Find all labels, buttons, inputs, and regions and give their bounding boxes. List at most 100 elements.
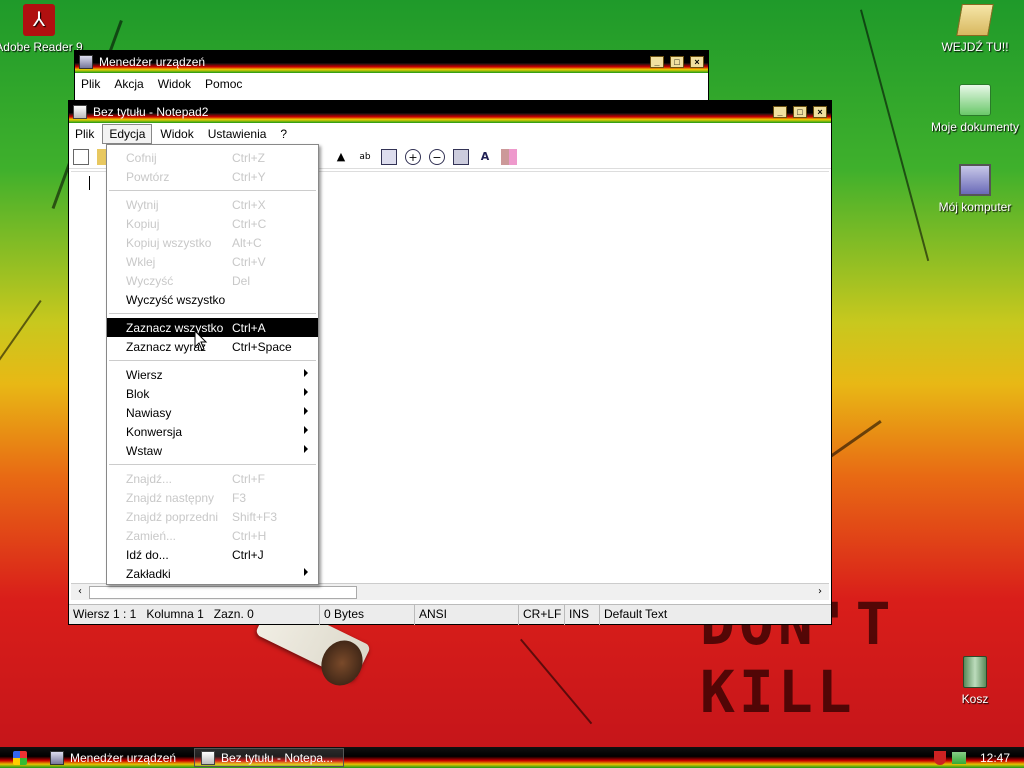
replace-icon[interactable]: ab <box>357 149 373 165</box>
scroll-left-button[interactable]: ‹ <box>73 586 87 599</box>
menu-widok[interactable]: Widok <box>154 125 199 143</box>
taskbar-task-device-manager[interactable]: Menedżer urządzeń <box>44 748 190 767</box>
menu-item-blok[interactable]: Blok <box>107 384 318 403</box>
device-manager-icon <box>79 55 93 69</box>
menu-plik[interactable]: Plik <box>69 125 100 143</box>
menu-item-shortcut: Ctrl+C <box>232 216 267 231</box>
tray-network-icon[interactable] <box>951 751 966 764</box>
menu-item-label: Zaznacz wszystko <box>126 320 224 335</box>
desktop-icon-label: Adobe Reader 9 <box>0 40 83 54</box>
desktop-icon-wejdz[interactable]: WEJDŹ TU!! <box>930 4 1020 54</box>
window-title: Bez tytułu - Notepad2 <box>93 105 209 119</box>
status-selection: Zazn. 0 <box>213 607 254 621</box>
menu-widok[interactable]: Widok <box>152 75 197 93</box>
scroll-thumb[interactable] <box>89 586 357 599</box>
word-wrap-icon[interactable] <box>381 148 397 165</box>
submenu-arrow-icon <box>304 568 308 576</box>
close-button[interactable]: × <box>813 106 827 118</box>
menu-separator <box>109 313 316 314</box>
menu-item-zaznacz-wyraz[interactable]: Zaznacz wyraz Ctrl+Space <box>107 337 318 356</box>
horizontal-scrollbar[interactable]: ‹ › <box>71 583 829 600</box>
notepad-menubar: Plik Edycja Widok Ustawienia ? <box>69 123 831 145</box>
menu-item-shortcut: Ctrl+F <box>232 471 265 486</box>
menu-item-znajdz-nastepny[interactable]: Znajdź następny F3 <box>107 488 318 507</box>
start-button[interactable] <box>0 748 40 767</box>
new-file-icon[interactable] <box>73 148 89 165</box>
tray-clock[interactable]: 12:47 <box>980 751 1010 765</box>
device-manager-titlebar[interactable]: Menedżer urządzeń _ □ × <box>75 51 708 73</box>
status-scheme[interactable]: Default Text <box>600 605 831 625</box>
menu-item-wstaw[interactable]: Wstaw <box>107 441 318 460</box>
menu-item-kopiuj-wszystko[interactable]: Kopiuj wszystko Alt+C <box>107 233 318 252</box>
menu-item-idz-do[interactable]: Idź do... Ctrl+J <box>107 545 318 564</box>
menu-item-cofnij[interactable]: Cofnij Ctrl+Z <box>107 148 318 167</box>
menu-pomoc[interactable]: Pomoc <box>199 75 248 93</box>
menu-item-wytnij[interactable]: Wytnij Ctrl+X <box>107 195 318 214</box>
status-eol[interactable]: CR+LF <box>519 605 565 625</box>
maximize-button[interactable]: □ <box>793 106 807 118</box>
menu-item-znajdz-poprzedni[interactable]: Znajdź poprzedni Shift+F3 <box>107 507 318 526</box>
menu-item-powtorz[interactable]: Powtórz Ctrl+Y <box>107 167 318 186</box>
scheme-icon[interactable] <box>453 148 469 165</box>
minimize-button[interactable]: _ <box>773 106 787 118</box>
status-position: Wiersz 1 : 1 Kolumna 1 Zazn. 0 <box>69 605 320 625</box>
status-line: Wiersz 1 : 1 <box>73 607 137 621</box>
taskbar: Menedżer urządzeń Bez tytułu - Notepa...… <box>0 747 1024 768</box>
desktop-icon-adobe-reader[interactable]: ⅄ Adobe Reader 9 <box>0 4 84 54</box>
taskbar-task-notepad[interactable]: Bez tytułu - Notepa... <box>194 748 344 767</box>
menu-item-label: Powtórz <box>126 169 170 184</box>
minimize-button[interactable]: _ <box>650 56 664 68</box>
exit-icon[interactable] <box>501 148 517 165</box>
close-button[interactable]: × <box>690 56 704 68</box>
menu-item-nawiasy[interactable]: Nawiasy <box>107 403 318 422</box>
menu-akcja[interactable]: Akcja <box>108 75 149 93</box>
menu-item-wyczysc-wszystko[interactable]: Wyczyść wszystko <box>107 290 318 309</box>
menu-ustawienia[interactable]: Ustawienia <box>202 125 273 143</box>
submenu-arrow-icon <box>304 445 308 453</box>
desktop-icon-kosz[interactable]: Kosz <box>930 656 1020 706</box>
status-encoding[interactable]: ANSI <box>415 605 519 625</box>
menu-item-shortcut: Ctrl+J <box>232 547 264 562</box>
my-documents-icon <box>959 84 991 116</box>
menu-item-zakladki[interactable]: Zakładki <box>107 564 318 583</box>
font-icon[interactable]: A <box>477 149 493 165</box>
status-size: 0 Bytes <box>320 605 415 625</box>
menu-item-znajdz[interactable]: Znajdź... Ctrl+F <box>107 469 318 488</box>
desktop-icon-moj-komputer[interactable]: Mój komputer <box>930 164 1020 214</box>
menu-item-wiersz[interactable]: Wiersz <box>107 365 318 384</box>
zoom-out-icon[interactable]: − <box>429 148 445 165</box>
submenu-arrow-icon <box>304 426 308 434</box>
menu-item-wklej[interactable]: Wklej Ctrl+V <box>107 252 318 271</box>
menu-item-label: Idź do... <box>126 547 169 562</box>
device-manager-menubar: Plik Akcja Widok Pomoc <box>75 73 708 95</box>
maximize-button[interactable]: □ <box>670 56 684 68</box>
desktop-icon-label: Moje dokumenty <box>930 120 1020 134</box>
menu-item-kopiuj[interactable]: Kopiuj Ctrl+C <box>107 214 318 233</box>
task-label: Menedżer urządzeń <box>70 750 177 765</box>
menu-separator <box>109 464 316 465</box>
scroll-right-button[interactable]: › <box>813 586 827 599</box>
wallpaper-scratch <box>520 638 593 725</box>
menu-item-label: Kopiuj wszystko <box>126 235 212 250</box>
menu-item-label: Zakładki <box>126 566 171 581</box>
desktop-icon-label: Mój komputer <box>938 200 1012 214</box>
menu-item-label: Blok <box>126 386 150 401</box>
menu-help[interactable]: ? <box>274 125 293 143</box>
zoom-in-icon[interactable]: + <box>405 148 421 165</box>
folder-icon <box>956 4 994 36</box>
menu-edycja[interactable]: Edycja <box>102 124 153 144</box>
menu-item-zaznacz-wszystko[interactable]: Zaznacz wszystko Ctrl+A <box>107 318 318 337</box>
menu-plik[interactable]: Plik <box>75 75 106 93</box>
tray-shield-icon[interactable] <box>933 750 946 765</box>
menu-item-wyczysc[interactable]: Wyczyść Del <box>107 271 318 290</box>
desktop-icon-moje-dokumenty[interactable]: Moje dokumenty <box>930 84 1020 134</box>
find-icon[interactable]: ▲ <box>333 149 349 165</box>
menu-item-label: Cofnij <box>126 150 157 165</box>
menu-item-label: Wyczyść <box>126 273 174 288</box>
notepad-titlebar[interactable]: Bez tytułu - Notepad2 _ □ × <box>69 101 831 123</box>
menu-item-shortcut: Ctrl+A <box>232 320 266 335</box>
menu-item-zamien[interactable]: Zamień... Ctrl+H <box>107 526 318 545</box>
menu-item-label: Wiersz <box>126 367 163 382</box>
menu-item-label: Kopiuj <box>126 216 160 231</box>
menu-item-konwersja[interactable]: Konwersja <box>107 422 318 441</box>
